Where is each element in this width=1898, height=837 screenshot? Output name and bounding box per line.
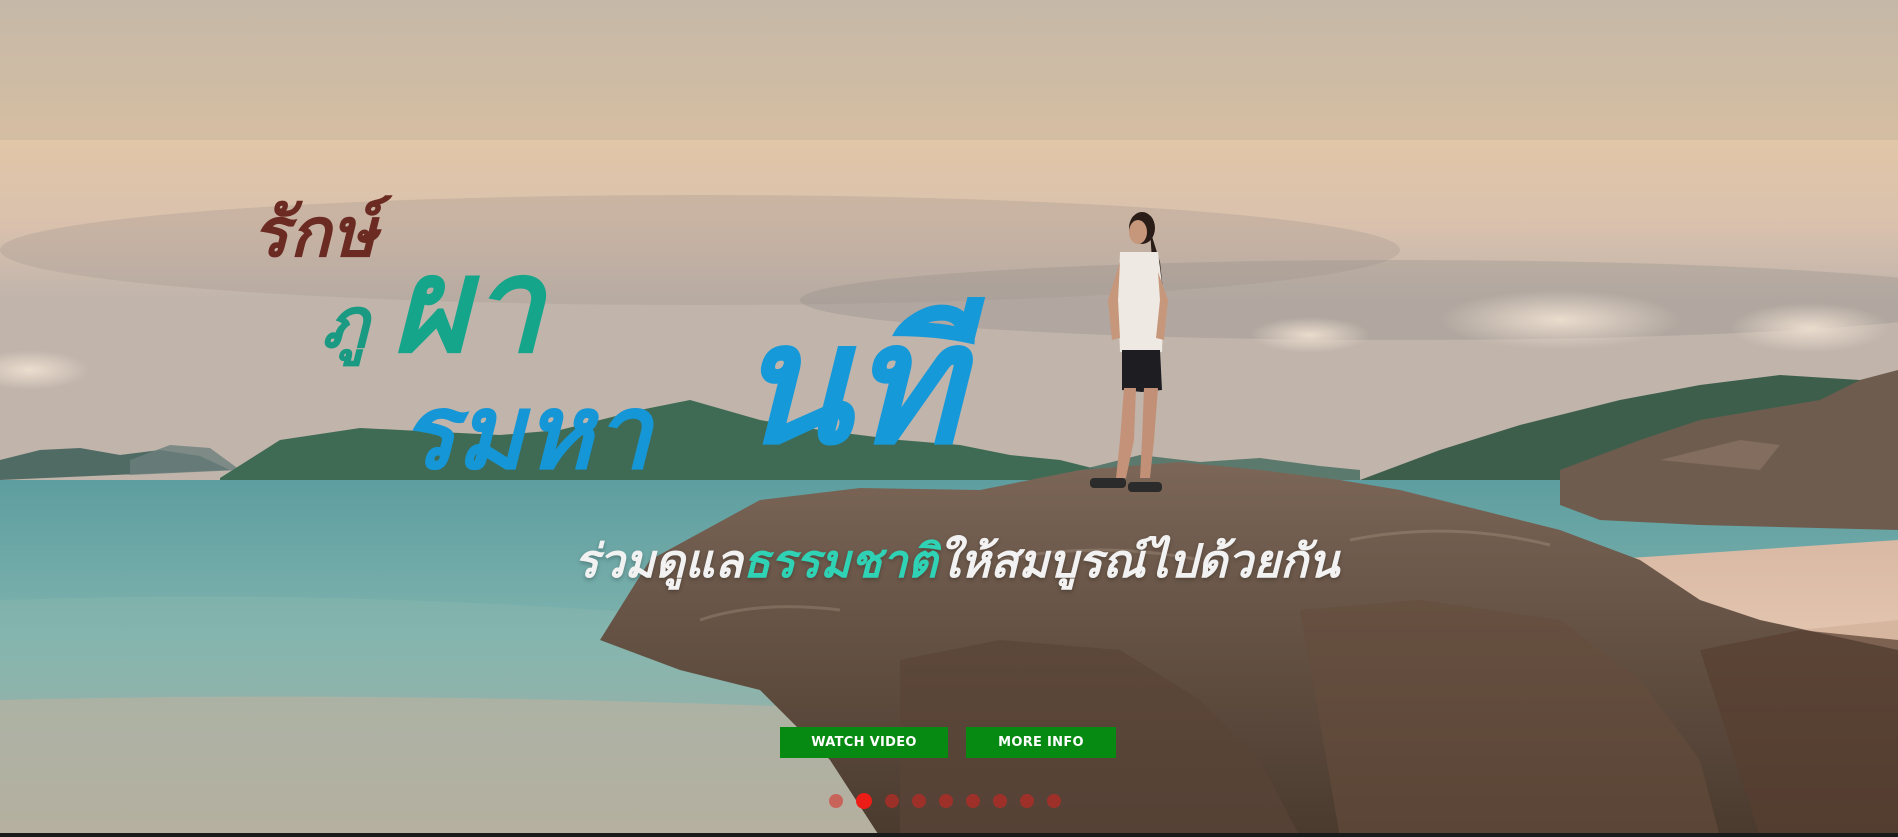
carousel-dot-2[interactable] <box>856 793 872 809</box>
carousel-dot-4[interactable] <box>912 794 926 808</box>
carousel-dot-1[interactable] <box>829 794 843 808</box>
carousel-pagination <box>829 793 1061 809</box>
bottom-divider <box>0 833 1898 837</box>
carousel-dot-3[interactable] <box>885 794 899 808</box>
carousel-dot-6[interactable] <box>966 794 980 808</box>
carousel-dot-9[interactable] <box>1047 794 1061 808</box>
carousel-dot-8[interactable] <box>1020 794 1034 808</box>
more-info-button[interactable]: MORE INFO <box>966 727 1116 758</box>
hero-banner: รักษ์ ภู ผา รมหา นที ร่วมดูแลธรรมชาติให้… <box>0 0 1898 837</box>
watch-video-button[interactable]: WATCH VIDEO <box>780 727 948 758</box>
carousel-dot-7[interactable] <box>993 794 1007 808</box>
carousel-dot-5[interactable] <box>939 794 953 808</box>
hero-background-image <box>0 0 1898 837</box>
